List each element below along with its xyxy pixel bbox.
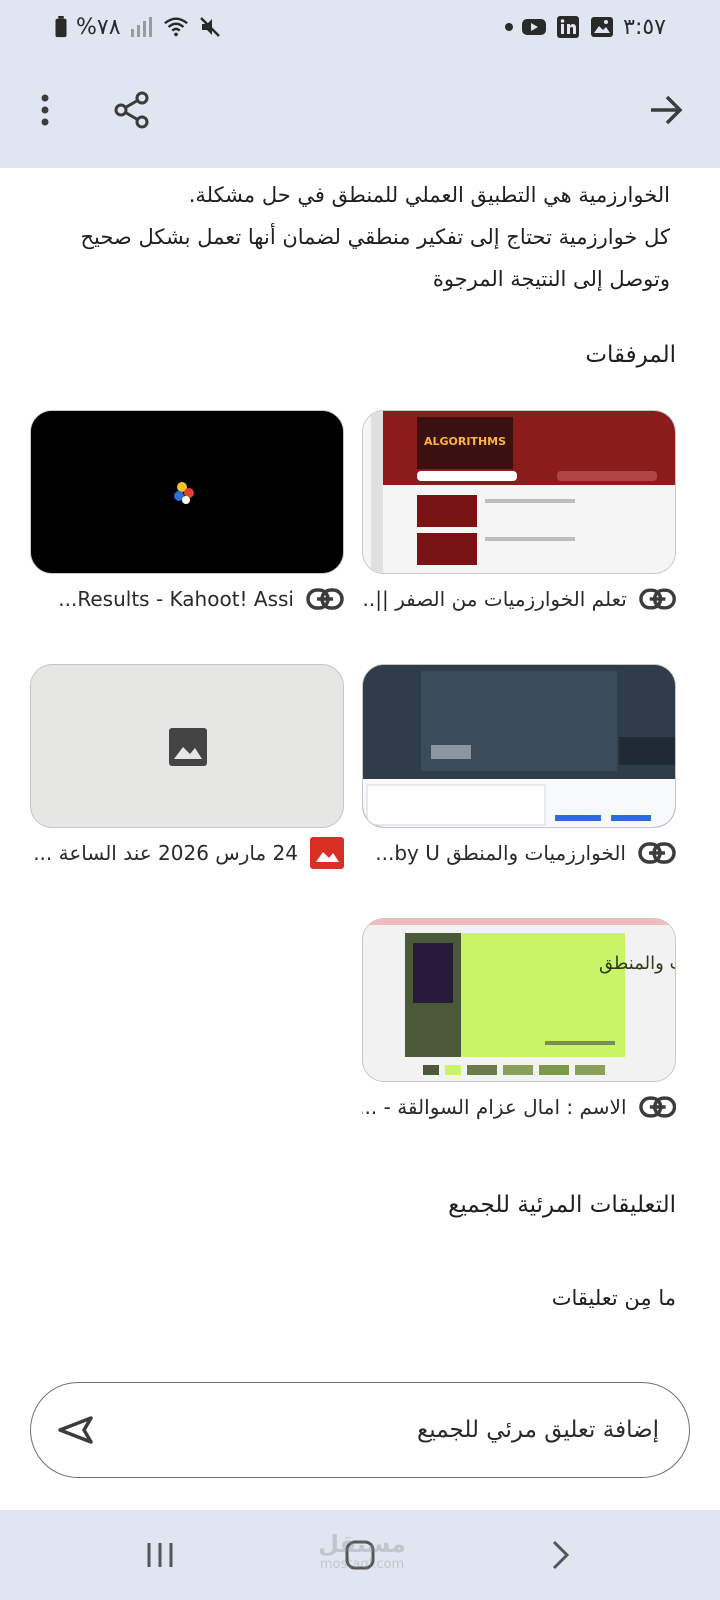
clock: ٣:٥٧ [623, 14, 666, 40]
share-button[interactable] [102, 80, 162, 140]
attachment-title: تعلم الخوارزميات من الصفر ||... [362, 587, 627, 611]
link-icon [638, 842, 676, 864]
arrow-forward-icon [651, 95, 683, 125]
attachment-thumbnail: ALGORITHMS [363, 411, 675, 573]
attachment-title: الاسم : امال عزام السوالقة - ... [362, 1095, 627, 1119]
mute-icon [199, 17, 220, 37]
back-button[interactable] [636, 80, 696, 140]
more-vert-icon [41, 94, 49, 126]
signal-icon [130, 17, 152, 37]
battery-icon [55, 16, 67, 38]
assignment-description: الخوارزمية هي التطبيق العملي للمنطق في ح… [30, 174, 670, 300]
thumb-slide-title: الخوارزميات والمنطق [599, 953, 675, 974]
watermark-line-1: مستقل [318, 1530, 406, 1558]
wifi-icon [163, 17, 188, 37]
notification-dot-icon [505, 23, 514, 31]
gallery-icon [591, 17, 614, 37]
recents-icon [147, 1543, 173, 1567]
attachment-thumbnail: الخوارزميات والمنطق [363, 919, 675, 1081]
linkedin-icon [557, 16, 580, 38]
share-icon [114, 91, 149, 129]
system-nav-bar: مستقل mostaql.com [0, 1510, 720, 1600]
send-button[interactable] [55, 1410, 95, 1450]
image-icon [310, 837, 344, 869]
app-bar [0, 54, 720, 168]
more-options-button[interactable] [15, 80, 75, 140]
image-placeholder-icon [169, 728, 207, 766]
status-left: %٧٨ [54, 12, 223, 42]
watermark-line-2: mostaql.com [319, 1557, 405, 1572]
attachment-title: Results - Kahoot! Assi... [58, 587, 294, 611]
attachment-label[interactable]: Results - Kahoot! Assi... [30, 582, 344, 616]
chevron-right-icon [552, 1540, 570, 1570]
attachment-label[interactable]: الخوارزميات والمنطق by U... [362, 836, 676, 870]
attachment-title: 24 مارس 2026 عند الساعة ... [33, 841, 298, 865]
back-nav-button[interactable] [530, 1530, 590, 1580]
attachment-card-image[interactable] [30, 664, 344, 828]
attachment-card-algorithms-course[interactable]: ALGORITHMS [362, 410, 676, 574]
description-line: وتوصل إلى النتيجة المرجوة [432, 267, 670, 291]
comment-placeholder: إضافة تعليق مرئي للجميع [417, 1417, 659, 1443]
thumb-course-title: ALGORITHMS [424, 435, 506, 448]
assignment-content: الخوارزمية هي التطبيق العملي للمنطق في ح… [0, 168, 720, 1510]
description-line: الخوارزمية هي التطبيق العملي للمنطق في ح… [188, 183, 670, 207]
comment-input[interactable]: إضافة تعليق مرئي للجميع [30, 1382, 690, 1478]
attachment-thumbnail [363, 665, 675, 827]
link-icon [639, 588, 676, 610]
watermark: مستقل mostaql.com [312, 1524, 412, 1580]
attachment-label[interactable]: تعلم الخوارزميات من الصفر ||... [362, 582, 676, 616]
send-icon [58, 1416, 93, 1444]
attachment-card-student-file[interactable]: الخوارزميات والمنطق [362, 918, 676, 1082]
attachment-title: الخوارزميات والمنطق by U... [375, 841, 626, 865]
youtube-icon [522, 19, 547, 35]
link-icon [306, 588, 344, 610]
attachments-title: المرفقات [585, 342, 676, 368]
comments-title: التعليقات المرئية للجميع [448, 1192, 676, 1218]
status-right: ٣:٥٧ [505, 12, 666, 42]
attachment-label[interactable]: 24 مارس 2026 عند الساعة ... [30, 836, 344, 870]
attachment-card-algorithms-logic[interactable] [362, 664, 676, 828]
battery-percent: %٧٨ [76, 14, 121, 40]
attachment-label[interactable]: الاسم : امال عزام السوالقة - ... [362, 1090, 676, 1124]
link-icon [638, 1096, 676, 1118]
attachment-thumbnail [31, 411, 343, 573]
no-comments-text: ما مِن تعليقات [551, 1286, 676, 1310]
status-bar: %٧٨ ٣:٥٧ [0, 0, 720, 54]
description-line: كل خوارزمية تحتاج إلى تفكير منطقي لضمان … [80, 225, 670, 249]
attachment-card-kahoot[interactable] [30, 410, 344, 574]
recents-button[interactable] [130, 1530, 190, 1580]
